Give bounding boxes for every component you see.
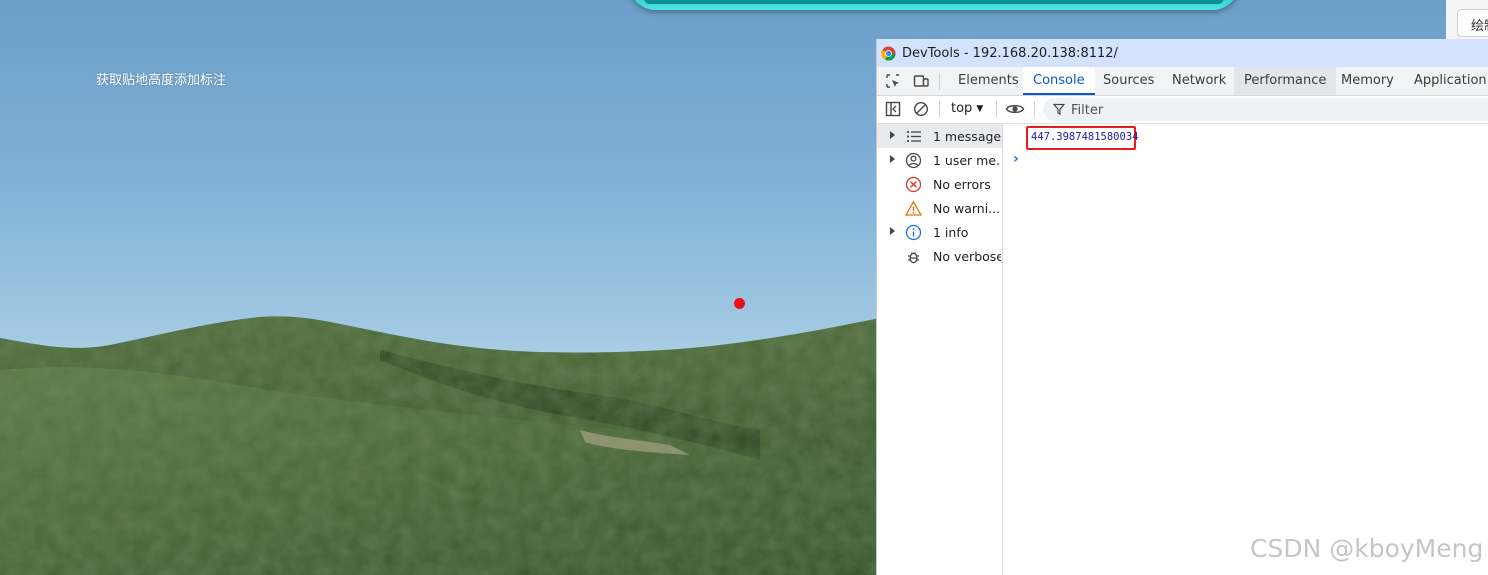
sidebar-item-label: 1 user me...: [933, 153, 1001, 168]
expand-arrow-icon[interactable]: [890, 131, 895, 139]
sidebar-item-label: 1 info: [933, 225, 969, 240]
error-icon: [905, 176, 922, 193]
user-icon: [905, 152, 922, 169]
console-prompt[interactable]: ›: [1013, 151, 1019, 167]
devtools-titlebar[interactable]: DevTools - 192.168.20.138:8112/: [877, 39, 1488, 67]
eye-icon[interactable]: [1005, 101, 1025, 117]
info-icon: [905, 224, 922, 241]
chrome-icon: [881, 46, 896, 61]
caret-down-icon: ▼: [976, 104, 984, 114]
console-toolbar: top ▼: [877, 96, 1488, 124]
scene-title: 获取贴地高度添加标注: [96, 73, 227, 88]
inspect-element-icon[interactable]: [885, 73, 901, 89]
sidebar-item-verbose[interactable]: No verbose: [877, 244, 1002, 268]
device-toggle-icon[interactable]: [913, 73, 929, 89]
context-selector-value: top: [951, 101, 973, 116]
watermark: CSDN @kboyMeng: [1250, 534, 1484, 563]
tab-sources[interactable]: Sources: [1093, 67, 1164, 95]
sidebar-item-label: No warni...: [933, 201, 1001, 216]
tab-performance[interactable]: Performance: [1234, 67, 1337, 95]
filter-icon: [1053, 103, 1065, 115]
devtools-window: DevTools - 192.168.20.138:8112/ Elements…: [876, 39, 1488, 575]
tab-application[interactable]: Application: [1404, 67, 1488, 95]
toolbar-divider: [996, 101, 997, 118]
sidebar-item-errors[interactable]: No errors: [877, 172, 1002, 196]
console-output[interactable]: 447.3987481580034 ›: [1003, 124, 1488, 575]
tab-network[interactable]: Network: [1162, 67, 1236, 95]
tab-elements[interactable]: Elements: [948, 67, 1029, 95]
tab-memory[interactable]: Memory: [1331, 67, 1404, 95]
tab-console[interactable]: Console: [1023, 67, 1095, 95]
filter-input[interactable]: [1069, 100, 1453, 120]
sidebar-item-label: No errors: [933, 177, 991, 192]
expand-arrow-icon[interactable]: [890, 155, 895, 163]
sidebar-toggle-icon[interactable]: [885, 101, 901, 117]
sidebar-item-user-messages[interactable]: 1 user me...: [877, 148, 1002, 172]
toolbar-divider: [1034, 101, 1035, 118]
sidebar-item-info[interactable]: 1 info: [877, 220, 1002, 244]
warning-icon: [905, 200, 922, 216]
sidebar-item-messages[interactable]: 1 message: [877, 124, 1002, 148]
console-log-value[interactable]: 447.3987481580034: [1031, 131, 1138, 143]
list-icon: [906, 130, 921, 143]
toolbar-divider: [939, 101, 940, 118]
sidebar-item-label: 1 message: [933, 129, 1001, 144]
filter-box[interactable]: [1043, 98, 1488, 121]
clear-console-icon[interactable]: [913, 101, 929, 117]
bug-icon: [908, 252, 919, 264]
console-sidebar: 1 message 1 user me... No errors No warn…: [877, 124, 1003, 575]
toolbar-divider: [939, 73, 940, 90]
expand-arrow-icon[interactable]: [890, 227, 895, 235]
map-marker[interactable]: [734, 298, 745, 309]
context-selector[interactable]: top ▼: [951, 101, 983, 118]
top-title-bar: [628, 0, 1240, 10]
sidebar-item-warnings[interactable]: No warni...: [877, 196, 1002, 220]
draw-button[interactable]: 绘制: [1457, 9, 1488, 37]
devtools-tabbar: Elements Console Sources Network Perform…: [877, 67, 1488, 96]
devtools-title: DevTools - 192.168.20.138:8112/: [902, 46, 1118, 61]
sidebar-item-label: No verbose: [933, 249, 1001, 264]
